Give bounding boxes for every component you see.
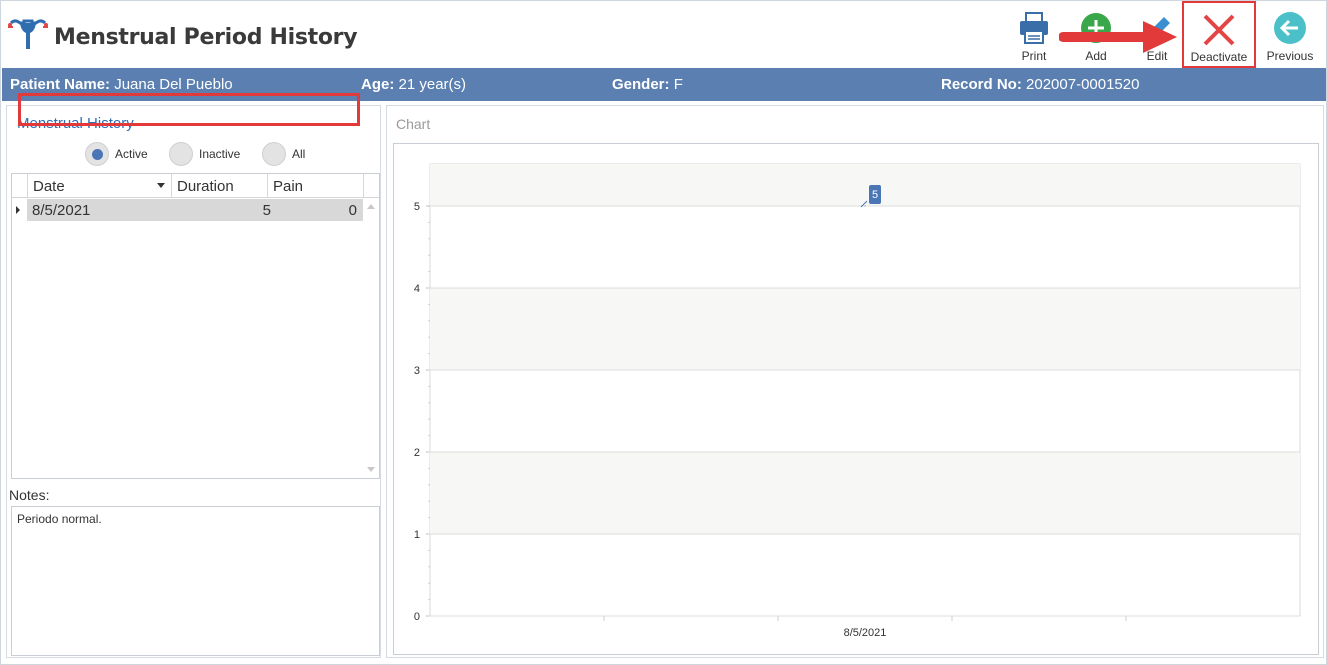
patient-age: Age: 21 year(s) (361, 76, 467, 93)
pencil-icon (1148, 17, 1170, 39)
printer-icon (1020, 12, 1048, 44)
edit-label: Edit (1146, 49, 1168, 63)
chart-frame: 0 1 2 3 4 5 8/5/2021 5 (393, 143, 1319, 655)
filter-active-radio[interactable]: Active (85, 142, 155, 166)
close-icon (1203, 14, 1235, 46)
column-header-duration[interactable]: Duration (171, 174, 267, 198)
edit-button[interactable]: Edit (1132, 7, 1182, 67)
grid-header: Date Duration Pain (12, 174, 379, 198)
vertical-scrollbar[interactable] (363, 198, 379, 478)
grid-band (430, 164, 1300, 206)
cell-pain: 0 (348, 202, 357, 219)
arrow-left-icon (1274, 12, 1306, 44)
data-point (864, 205, 866, 207)
y-tick-label: 0 (414, 611, 420, 623)
cell-date: 8/5/2021 (32, 202, 91, 219)
cell-duration: 5 (262, 202, 271, 219)
patient-name: Patient Name: Juana Del Pueblo (10, 76, 233, 93)
notes-field[interactable]: Periodo normal. (11, 506, 380, 656)
chart-title: Chart (396, 116, 431, 132)
filter-all-radio[interactable]: All (262, 142, 312, 166)
y-tick-label: 4 (414, 283, 420, 295)
page-title: Menstrual Period History (54, 25, 358, 50)
patient-record-no: Record No: 202007-0001520 (941, 76, 1140, 93)
radio-unselected-icon (262, 142, 286, 166)
history-grid: Date Duration Pain 8/5/2021 5 0 (11, 173, 380, 479)
previous-button[interactable]: Previous (1263, 7, 1317, 67)
app-window: Menstrual Period History Print Add Edit … (0, 0, 1327, 665)
y-tick-label: 2 (414, 447, 420, 459)
y-tick-label: 1 (414, 529, 420, 541)
previous-label: Previous (1266, 49, 1314, 63)
line-chart: 0 1 2 3 4 5 8/5/2021 5 (414, 163, 1301, 639)
x-tick-label: 8/5/2021 (844, 627, 887, 639)
data-label: 5 (872, 189, 878, 201)
table-row[interactable]: 8/5/2021 5 0 (12, 199, 363, 221)
patient-gender: Gender: F (612, 76, 683, 93)
header: Menstrual Period History Print Add Edit … (1, 1, 1326, 68)
filter-inactive-radio[interactable]: Inactive (169, 142, 249, 166)
add-icon (1081, 13, 1111, 43)
chart-panel: Chart 0 1 2 3 4 5 8/5/2021 5 (386, 105, 1324, 658)
scroll-down-icon (367, 467, 375, 472)
radio-selected-icon (85, 142, 109, 166)
add-label: Add (1085, 49, 1107, 63)
column-header-date[interactable]: Date (27, 174, 171, 198)
grid-band (430, 288, 1300, 370)
row-indicator-header (12, 174, 27, 198)
notes-label: Notes: (9, 487, 50, 503)
scroll-header (363, 174, 379, 198)
grid-band (430, 452, 1300, 534)
y-tick-label: 5 (414, 201, 420, 213)
sort-descending-icon (157, 183, 165, 188)
menstrual-history-panel: Menstrual History Active Inactive All Da… (6, 105, 381, 658)
uterus-logo-icon (8, 19, 48, 49)
current-row-icon (16, 206, 20, 214)
column-header-pain[interactable]: Pain (267, 174, 363, 198)
deactivate-label: Deactivate (1190, 50, 1248, 64)
scroll-up-icon (367, 204, 375, 209)
patient-info-bar: Patient Name: Juana Del Pueblo Age: 21 y… (2, 68, 1326, 101)
deactivate-button[interactable]: Deactivate (1182, 1, 1256, 68)
print-button[interactable]: Print (1009, 7, 1059, 67)
y-tick-label: 3 (414, 365, 420, 377)
radio-unselected-icon (169, 142, 193, 166)
add-button[interactable]: Add (1071, 7, 1121, 67)
section-title: Menstrual History (17, 115, 134, 132)
plot-area (429, 163, 1301, 617)
print-label: Print (1021, 49, 1047, 63)
